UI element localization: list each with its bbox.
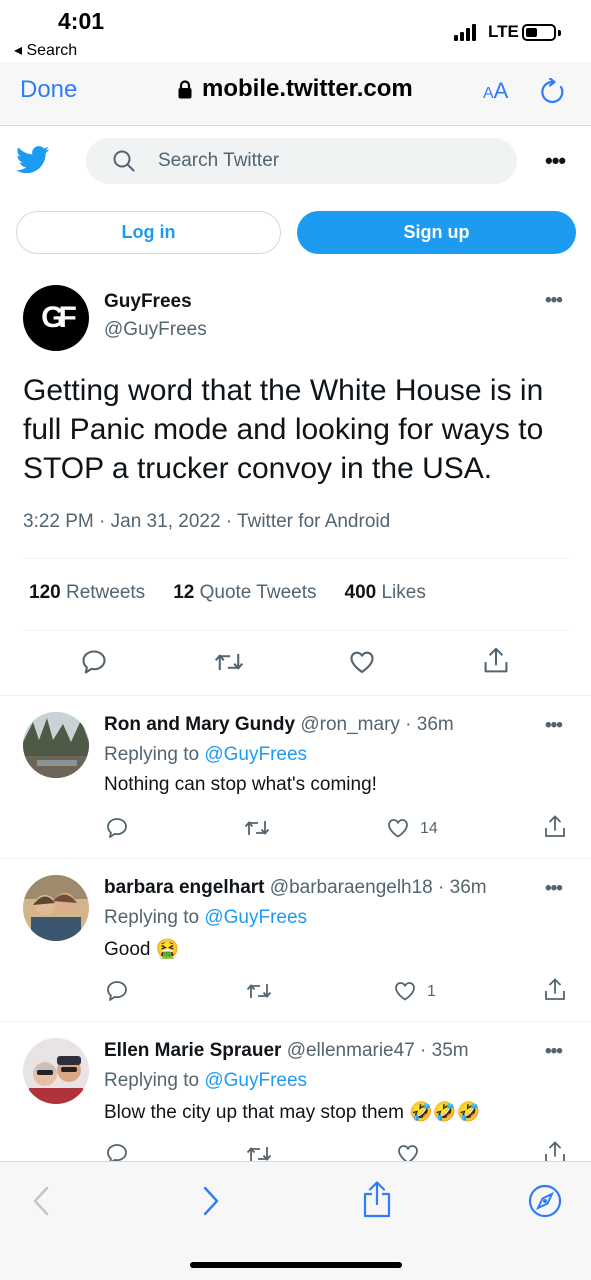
- search-twitter-field[interactable]: Search Twitter: [86, 138, 517, 184]
- reply-more-button[interactable]: •••: [545, 1041, 563, 1063]
- text-size-small-a: A: [483, 85, 494, 102]
- reply-avatar[interactable]: [23, 1038, 89, 1104]
- chevron-right-icon[interactable]: [202, 1186, 220, 1216]
- share-icon[interactable]: [543, 977, 567, 1003]
- done-button[interactable]: Done: [20, 76, 77, 104]
- retweet-icon[interactable]: [214, 648, 244, 676]
- author-avatar[interactable]: GF: [23, 285, 89, 351]
- reply-icon[interactable]: [80, 648, 108, 676]
- address-bar[interactable]: mobile.twitter.com: [178, 75, 413, 103]
- reply-avatar[interactable]: [23, 875, 89, 941]
- home-indicator[interactable]: [190, 1262, 402, 1268]
- avatar-photo: [23, 712, 89, 778]
- replying-to: Replying to @GuyFrees: [104, 744, 308, 765]
- reply-more-button[interactable]: •••: [545, 878, 563, 900]
- url-text: mobile.twitter.com: [202, 75, 413, 102]
- replying-to-link[interactable]: @GuyFrees: [204, 907, 307, 928]
- retweets-stat[interactable]: 120 Retweets: [29, 582, 145, 604]
- like-icon[interactable]: [393, 979, 417, 1003]
- replying-to-link[interactable]: @GuyFrees: [204, 744, 307, 765]
- twitter-bird-icon[interactable]: [16, 146, 50, 174]
- retweet-icon[interactable]: [244, 816, 270, 840]
- reply-handle-time[interactable]: @ron_mary · 36m: [300, 714, 453, 735]
- search-icon: [113, 150, 135, 172]
- tweet-more-button[interactable]: •••: [545, 290, 563, 312]
- tweet-stats: 120 Retweets 12 Quote Tweets 400 Likes: [29, 582, 426, 604]
- reply-text: Good 🤮: [104, 939, 180, 960]
- tweet-timestamp[interactable]: 3:22 PM · Jan 31, 2022 · Twitter for And…: [23, 511, 390, 533]
- like-count: 14: [420, 820, 438, 837]
- retweet-icon[interactable]: [246, 979, 272, 1003]
- reply-icon[interactable]: [105, 979, 129, 1003]
- author-handle[interactable]: @GuyFrees: [104, 319, 207, 341]
- text-size-button[interactable]: AA: [483, 78, 508, 104]
- lock-icon: [178, 79, 192, 98]
- status-time: 4:01: [58, 8, 105, 34]
- reply-handle-time[interactable]: @barbaraengelh18 · 36m: [270, 877, 487, 898]
- more-options-button[interactable]: •••: [545, 148, 566, 174]
- author-name[interactable]: GuyFrees: [104, 291, 192, 313]
- reply-text: Nothing can stop what's coming!: [104, 774, 377, 795]
- reply-handle-time[interactable]: @ellenmarie47 · 35m: [287, 1040, 469, 1061]
- likes-stat[interactable]: 400 Likes: [345, 582, 426, 604]
- reply-icon[interactable]: [105, 816, 129, 840]
- back-to-search-link[interactable]: ◂ Search: [14, 40, 77, 60]
- compass-icon[interactable]: [528, 1184, 562, 1218]
- avatar-photo: [23, 1038, 89, 1104]
- battery-icon: [522, 24, 556, 41]
- text-size-large-a: A: [493, 78, 509, 103]
- share-icon[interactable]: [482, 646, 510, 676]
- quote-tweets-stat[interactable]: 12 Quote Tweets: [173, 582, 316, 604]
- reply-author-name[interactable]: barbara engelhart: [104, 877, 265, 898]
- signup-button[interactable]: Sign up: [297, 211, 576, 254]
- like-icon[interactable]: [386, 816, 410, 840]
- login-button[interactable]: Log in: [16, 211, 281, 254]
- reply-header: Ron and Mary Gundy @ron_mary · 36m: [104, 714, 454, 736]
- share-icon[interactable]: [543, 814, 567, 840]
- reply-author-name[interactable]: Ellen Marie Sprauer: [104, 1040, 281, 1061]
- tweet-text: Getting word that the White House is in …: [23, 374, 544, 485]
- reply-text: Blow the city up that may stop them 🤣🤣🤣: [104, 1102, 481, 1123]
- replying-to: Replying to @GuyFrees: [104, 1070, 308, 1091]
- replying-to-link[interactable]: @GuyFrees: [204, 1070, 307, 1091]
- reply-header: barbara engelhart @barbaraengelh18 · 36m: [104, 877, 487, 899]
- network-type: LTE: [488, 22, 519, 41]
- search-placeholder: Search Twitter: [158, 150, 280, 171]
- reload-icon[interactable]: [540, 78, 566, 106]
- like-count: 1: [427, 983, 436, 1000]
- reply-more-button[interactable]: •••: [545, 715, 563, 737]
- avatar-photo: [23, 875, 89, 941]
- status-indicators: LTE: [454, 22, 564, 44]
- replying-to: Replying to @GuyFrees: [104, 907, 308, 928]
- like-icon[interactable]: [348, 648, 376, 676]
- reply-author-name[interactable]: Ron and Mary Gundy: [104, 714, 295, 735]
- chevron-left-icon[interactable]: [32, 1186, 50, 1216]
- reply-avatar[interactable]: [23, 712, 89, 778]
- share-icon[interactable]: [362, 1180, 392, 1218]
- reply-header: Ellen Marie Sprauer @ellenmarie47 · 35m: [104, 1040, 469, 1062]
